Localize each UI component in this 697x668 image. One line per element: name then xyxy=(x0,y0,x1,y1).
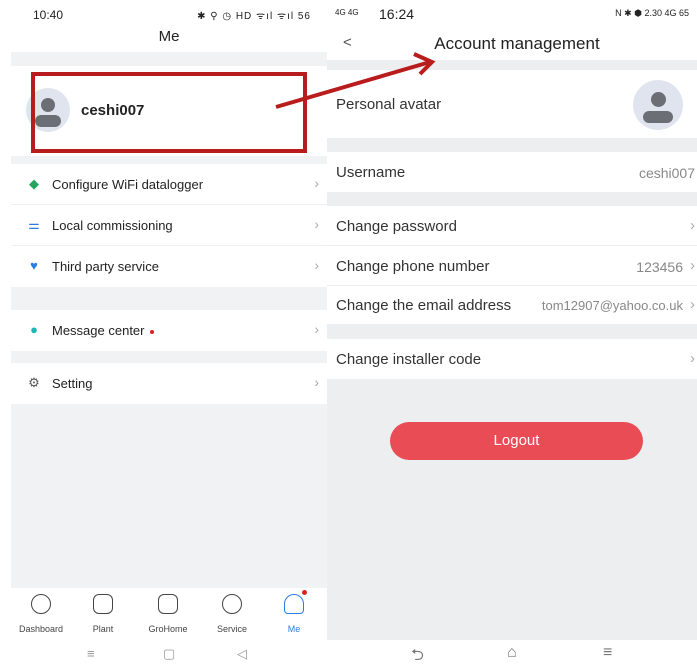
system-nav-bar: ≡ ▢ ◁ xyxy=(11,640,327,668)
change-password-row[interactable]: Change password › xyxy=(327,206,697,246)
email-value: tom12907@yahoo.co.uk xyxy=(541,298,683,313)
user-icon xyxy=(284,594,304,614)
menu-item-message-center[interactable]: ● Message center › xyxy=(11,310,327,351)
change-phone-row[interactable]: Change phone number 123456 › xyxy=(327,246,697,286)
menu-group-setting: ⚙ Setting › xyxy=(11,363,327,404)
menu-group-message: ● Message center › xyxy=(11,310,327,351)
chevron-right-icon: › xyxy=(314,216,319,232)
username-value: ceshi007 xyxy=(638,165,695,181)
highlight-box xyxy=(31,72,307,153)
change-email-row[interactable]: Change the email address tom12907@yahoo.… xyxy=(327,286,697,324)
tab-plant[interactable]: Plant xyxy=(73,588,133,640)
page-title: Account management xyxy=(434,34,600,53)
tab-grohome[interactable]: GroHome xyxy=(138,588,198,640)
dashboard-icon xyxy=(31,594,51,614)
menu-item-setting[interactable]: ⚙ Setting › xyxy=(11,363,327,404)
status-icons: N ✱ ⬢ 2.30 4G 65 xyxy=(615,8,689,18)
message-icon: ● xyxy=(30,322,38,337)
chevron-right-icon: › xyxy=(690,296,695,313)
username-row: Username ceshi007 xyxy=(327,152,697,192)
home-icon xyxy=(158,594,178,614)
account-management-screen: 4G 4G 16:24 N ✱ ⬢ 2.30 4G 65 < Account m… xyxy=(327,0,697,668)
me-screen: 10:40 ✱ ⚲ ◷ HD ᯤıl ᯤıl 56 Me ceshi007 ◆ … xyxy=(11,0,327,668)
status-time: 16:24 xyxy=(379,6,415,22)
service-icon xyxy=(222,594,242,614)
third-party-icon: ♥ xyxy=(30,258,38,273)
avatar-row[interactable]: Personal avatar xyxy=(327,70,697,138)
system-nav-bar: ⮌ ⌂ ≡ xyxy=(327,640,697,668)
change-installer-row[interactable]: Change installer code › xyxy=(327,339,697,379)
home-button-icon[interactable]: ▢ xyxy=(163,646,175,662)
status-bar: 4G 4G 16:24 N ✱ ⬢ 2.30 4G 65 xyxy=(327,0,697,26)
chevron-right-icon: › xyxy=(314,175,319,191)
unread-dot xyxy=(149,329,154,334)
chevron-right-icon: › xyxy=(690,257,695,274)
tab-service[interactable]: Service xyxy=(202,588,262,640)
chevron-right-icon: › xyxy=(690,217,695,234)
tab-me[interactable]: Me xyxy=(264,588,324,640)
user-icon xyxy=(651,92,666,107)
menu-icon[interactable]: ≡ xyxy=(603,644,612,662)
message-center-label: Message center xyxy=(52,323,145,338)
page-title: Me xyxy=(11,26,327,52)
commissioning-icon: ⚌ xyxy=(28,217,40,232)
chevron-right-icon: › xyxy=(314,374,319,390)
header: < Account management xyxy=(327,26,697,60)
menu-group-device: ◆ Configure WiFi datalogger › ⚌ Local co… xyxy=(11,164,327,287)
back-icon[interactable]: ⮌ xyxy=(411,644,424,668)
chevron-right-icon: › xyxy=(690,350,695,367)
status-time: 10:40 xyxy=(33,8,64,22)
bottom-tab-bar: Dashboard Plant GroHome Service Me xyxy=(11,588,327,640)
menu-item-local-commissioning[interactable]: ⚌ Local commissioning › xyxy=(11,205,327,246)
home-button-icon[interactable]: ⌂ xyxy=(507,644,517,662)
tab-dashboard[interactable]: Dashboard xyxy=(11,588,71,640)
avatar[interactable] xyxy=(633,80,683,130)
chevron-right-icon: › xyxy=(314,257,319,273)
gear-icon: ⚙ xyxy=(28,375,40,390)
status-bar: 10:40 ✱ ⚲ ◷ HD ᯤıl ᯤıl 56 xyxy=(11,0,327,26)
network-icon: 4G 4G xyxy=(335,8,359,17)
datalogger-icon: ◆ xyxy=(29,176,39,191)
phone-value: 123456 xyxy=(636,259,683,275)
logout-button[interactable]: Logout xyxy=(390,422,643,460)
menu-item-configure-wifi[interactable]: ◆ Configure WiFi datalogger › xyxy=(11,164,327,205)
status-icons: ✱ ⚲ ◷ HD ᯤıl ᯤıl 56 xyxy=(197,11,311,22)
chevron-right-icon: › xyxy=(314,321,319,337)
menu-icon[interactable]: ≡ xyxy=(87,646,95,661)
plant-icon xyxy=(93,594,113,614)
notification-dot xyxy=(302,590,307,595)
menu-item-third-party-service[interactable]: ♥ Third party service › xyxy=(11,246,327,287)
back-icon[interactable]: ◁ xyxy=(237,646,247,662)
